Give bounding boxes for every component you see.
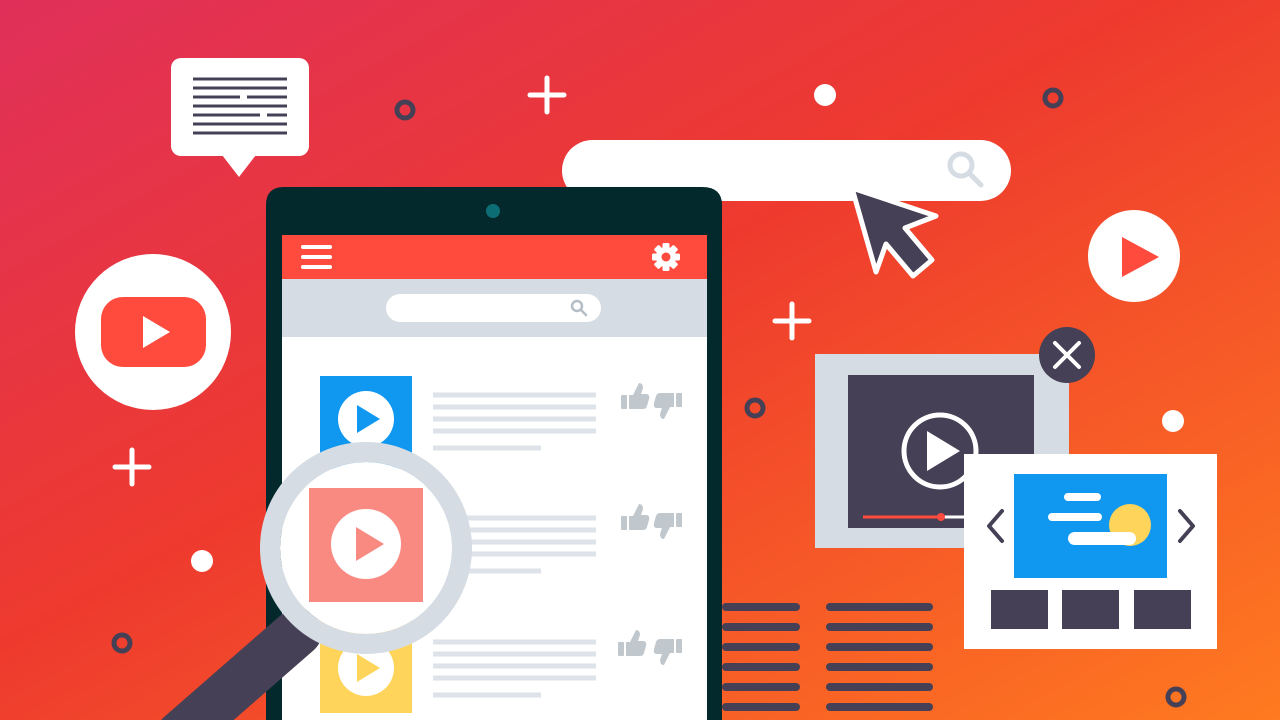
- illustration-canvas: [0, 0, 1280, 720]
- dot-icon: [814, 84, 836, 106]
- image-gallery: [964, 454, 1217, 649]
- dot-icon: [191, 550, 213, 572]
- app-header: [282, 235, 707, 279]
- dot-icon: [1162, 410, 1184, 432]
- play-button-icon[interactable]: [1088, 210, 1180, 302]
- gallery-thumbnail[interactable]: [1062, 590, 1119, 629]
- youtube-logo-icon: [75, 254, 231, 410]
- app-search-input[interactable]: [386, 294, 601, 322]
- close-icon[interactable]: [1039, 327, 1095, 383]
- camera-icon: [486, 204, 500, 218]
- gallery-thumbnail[interactable]: [1134, 590, 1191, 629]
- progress-handle[interactable]: [937, 513, 945, 521]
- gallery-thumbnail[interactable]: [991, 590, 1048, 629]
- illustration-scene: [0, 0, 1280, 720]
- gear-icon[interactable]: [652, 243, 680, 271]
